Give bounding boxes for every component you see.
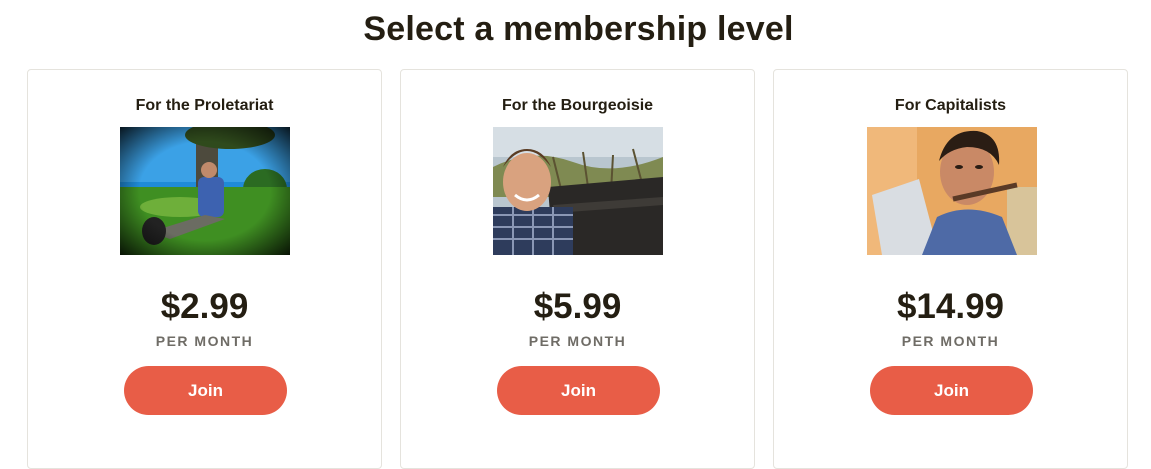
tier-card-proletariat: For the Proletariat $2.99 PER MONTH Join [27, 69, 382, 469]
tier-name: For the Bourgeoisie [501, 97, 654, 114]
billing-period: PER MONTH [528, 333, 627, 349]
tier-card-bourgeoisie: For the Bourgeoisie $5.99 PER MONTH Join [400, 69, 755, 469]
tier-name: For Capitalists [894, 97, 1007, 114]
tier-photo [493, 127, 663, 255]
tier-photo [120, 127, 290, 255]
price: $5.99 [533, 287, 622, 326]
tier-card-capitalists: For Capitalists $14.99 PER MONTH Join [773, 69, 1128, 469]
billing-period: PER MONTH [155, 333, 254, 349]
billing-period: PER MONTH [901, 333, 1000, 349]
join-button[interactable]: Join [497, 366, 660, 415]
join-button[interactable]: Join [870, 366, 1033, 415]
tier-name: For the Proletariat [135, 97, 274, 114]
price: $2.99 [160, 287, 249, 326]
price: $14.99 [896, 287, 1005, 326]
page-title: Select a membership level [363, 10, 794, 48]
tier-photo [867, 127, 1037, 255]
join-button[interactable]: Join [124, 366, 287, 415]
